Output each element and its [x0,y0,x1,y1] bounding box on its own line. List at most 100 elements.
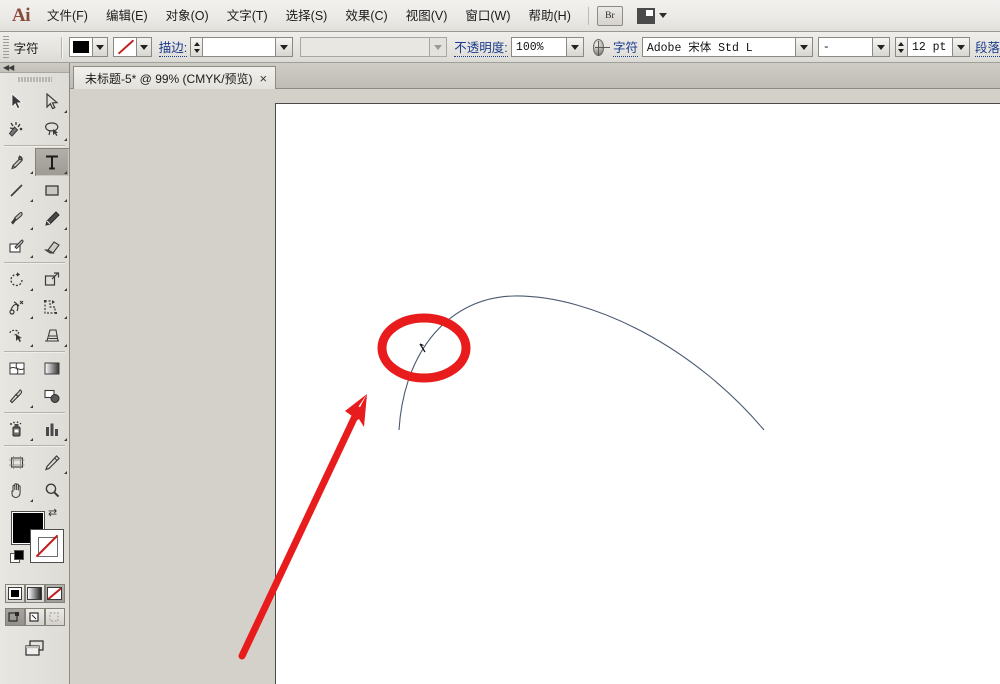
menu-object[interactable]: 对象(O) [157,4,218,28]
eraser-tool[interactable] [35,232,70,260]
menu-edit[interactable]: 编辑(E) [97,4,157,28]
scale-tool[interactable] [35,265,70,293]
width-tool[interactable] [0,293,35,321]
hand-tool[interactable] [0,476,35,504]
menu-window[interactable]: 窗口(W) [456,4,519,28]
stroke-swatch-group[interactable] [113,37,153,57]
pencil-tool[interactable] [35,204,70,232]
zoom-tool[interactable] [35,476,70,504]
font-family-input[interactable]: Adobe 宋体 Std L [641,37,796,57]
tool-flyout-indicator [29,405,33,408]
font-size-control[interactable]: 12 pt [894,37,970,57]
draw-inside-button[interactable] [44,608,65,626]
draw-normal-button[interactable] [4,608,25,626]
stroke-color-swatch[interactable] [30,529,64,563]
stroke-swatch-dropdown[interactable] [136,38,152,56]
gradient-mode-button[interactable] [24,584,45,603]
font-size-dropdown[interactable] [952,37,970,57]
tool-flyout-indicator [29,171,33,174]
font-family-control[interactable]: Adobe 宋体 Std L [641,37,813,57]
gradient-tool[interactable] [35,354,70,382]
default-fill-stroke-icon[interactable] [10,550,24,563]
opacity-label[interactable]: 不透明度: [454,37,508,57]
menu-effect[interactable]: 效果(C) [336,4,396,28]
tools-divider-3 [4,351,65,352]
arc-path[interactable] [398,295,765,431]
selection-tool[interactable] [0,87,35,115]
fill-swatch[interactable] [70,38,93,56]
artboard[interactable] [275,103,1000,684]
chevron-down-icon [570,44,579,50]
character-panel-link[interactable]: 字符 [613,37,639,57]
shape-builder-tool[interactable] [0,321,35,349]
stroke-weight-stepper[interactable] [190,37,203,57]
stroke-profile-input[interactable] [299,37,430,57]
paintbrush-tool[interactable] [0,204,35,232]
draw-behind-button[interactable] [24,608,45,626]
font-style-control[interactable]: - [817,37,890,57]
chevron-down-icon [799,44,808,50]
paragraph-panel-link[interactable]: 段落 [974,37,1000,57]
stepper-up-icon [193,41,200,46]
blob-brush-tool[interactable] [0,232,35,260]
font-style-input[interactable]: - [817,37,873,57]
chevron-down-icon [658,13,667,18]
blend-tool[interactable] [35,382,70,410]
line-segment-tool[interactable] [0,176,35,204]
document-tab-title: 未标题-5* @ 99% (CMYK/预览) [85,71,253,86]
symbol-sprayer-tool[interactable] [0,415,35,443]
menu-type[interactable]: 文字(T) [218,4,277,28]
opacity-dropdown[interactable] [566,37,584,57]
stroke-weight-input[interactable] [202,37,277,57]
stroke-profile-control[interactable] [299,37,447,57]
artboard-tool[interactable] [0,448,35,476]
control-bar-context-label: 字符 [13,41,39,56]
artwork-layer [398,295,765,431]
stroke-profile-dropdown[interactable] [429,37,447,57]
pen-tool[interactable] [0,148,35,176]
screen-mode-button[interactable] [23,639,47,664]
menu-help[interactable]: 帮助(H) [520,4,580,28]
opacity-control[interactable]: 100% [510,37,584,57]
opacity-input[interactable]: 100% [510,37,567,57]
control-bar-grip[interactable] [3,36,9,58]
magic-wand-tool[interactable] [0,115,35,143]
font-size-input[interactable]: 12 pt [906,37,953,57]
column-graph-tool[interactable] [35,415,70,443]
eyedropper-tool[interactable] [0,382,35,410]
document-workspace[interactable] [70,89,1000,684]
slice-tool[interactable] [35,448,70,476]
rectangle-tool[interactable] [35,176,70,204]
perspective-grid-tool[interactable] [35,321,70,349]
bridge-button[interactable]: Br [596,5,623,26]
stroke-weight-dropdown[interactable] [276,37,294,57]
menu-view[interactable]: 视图(V) [397,4,457,28]
swap-fill-stroke-icon[interactable]: ⇄ [48,508,57,519]
document-tab[interactable]: 未标题-5* @ 99% (CMYK/预览) × [73,66,277,89]
menu-file[interactable]: 文件(F) [38,4,97,28]
fill-swatch-dropdown[interactable] [92,38,108,56]
tools-panel-header[interactable]: ◀◀ [0,63,69,73]
none-mode-button[interactable] [44,584,65,603]
type-tool[interactable] [34,148,69,176]
recolor-artwork-icon[interactable] [592,38,611,56]
rotate-tool[interactable] [0,265,35,293]
menu-select[interactable]: 选择(S) [277,4,337,28]
workspace-switcher-button[interactable] [636,7,667,24]
direct-selection-tool[interactable] [35,87,70,115]
tools-panel: ◀◀ ⇄ [0,63,70,684]
stroke-swatch[interactable] [114,38,137,56]
free-transform-tool[interactable] [35,293,70,321]
mesh-tool[interactable] [0,354,35,382]
collapse-panel-icon[interactable]: ◀◀ [3,63,14,73]
font-style-dropdown[interactable] [872,37,890,57]
tools-panel-grip[interactable] [17,75,52,84]
stroke-weight-label[interactable]: 描边: [158,37,188,57]
color-mode-button[interactable] [4,584,25,603]
font-size-stepper[interactable] [894,37,907,57]
fill-swatch-group[interactable] [69,37,109,57]
lasso-tool[interactable] [35,115,70,143]
stroke-weight-control[interactable] [190,37,294,57]
font-family-dropdown[interactable] [795,37,813,57]
close-icon[interactable]: × [260,72,268,85]
